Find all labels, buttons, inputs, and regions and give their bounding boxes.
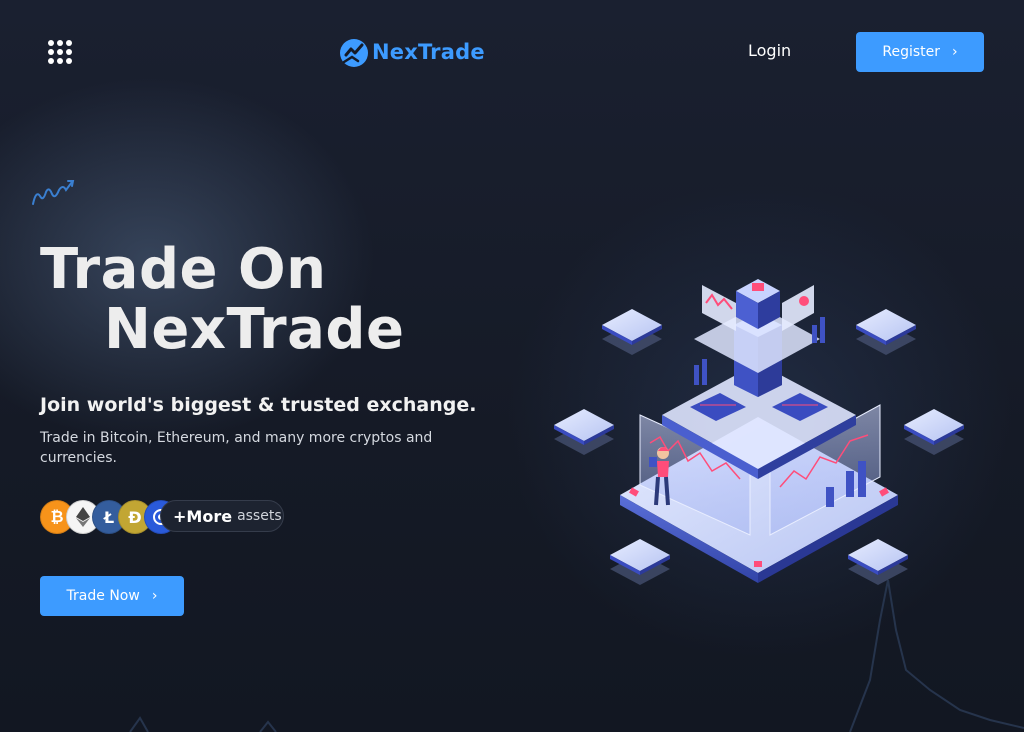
logo-text: NexTrade xyxy=(372,40,485,64)
nextrade-logo[interactable]: NexTrade xyxy=(338,35,485,69)
more-assets-badge[interactable]: +More assets xyxy=(160,500,284,532)
chevron-right-icon: › xyxy=(151,588,158,604)
more-assets-count: +More xyxy=(173,506,233,526)
logo-mark-icon xyxy=(340,39,368,67)
hero-title-line1: Trade On xyxy=(40,237,327,302)
hero-subtitle: Join world's biggest & trusted exchange. xyxy=(40,394,477,416)
login-link[interactable]: Login xyxy=(748,41,791,60)
hero-title-line2: NexTrade xyxy=(104,297,405,362)
register-button-label: Register xyxy=(882,44,941,60)
trend-line-icon xyxy=(32,180,75,205)
hero-title: Trade On NexTrade xyxy=(40,240,405,360)
isometric-trading-platform-illustration xyxy=(554,279,964,585)
more-assets-label: assets xyxy=(237,508,282,524)
register-button[interactable]: Register › xyxy=(856,32,984,72)
background-chart-decoration xyxy=(129,716,277,732)
hero-description: Trade in Bitcoin, Ethereum, and many mor… xyxy=(40,430,433,466)
top-navigation: NexTrade Login Register › xyxy=(0,0,1024,100)
grid-menu-icon[interactable] xyxy=(48,40,72,64)
chevron-right-icon: › xyxy=(952,44,958,60)
supported-coins: ₿ Ł Đ xyxy=(40,500,178,534)
trade-now-button[interactable]: Trade Now › xyxy=(40,576,184,616)
trade-now-label: Trade Now xyxy=(66,588,140,604)
floating-tile xyxy=(602,309,662,355)
